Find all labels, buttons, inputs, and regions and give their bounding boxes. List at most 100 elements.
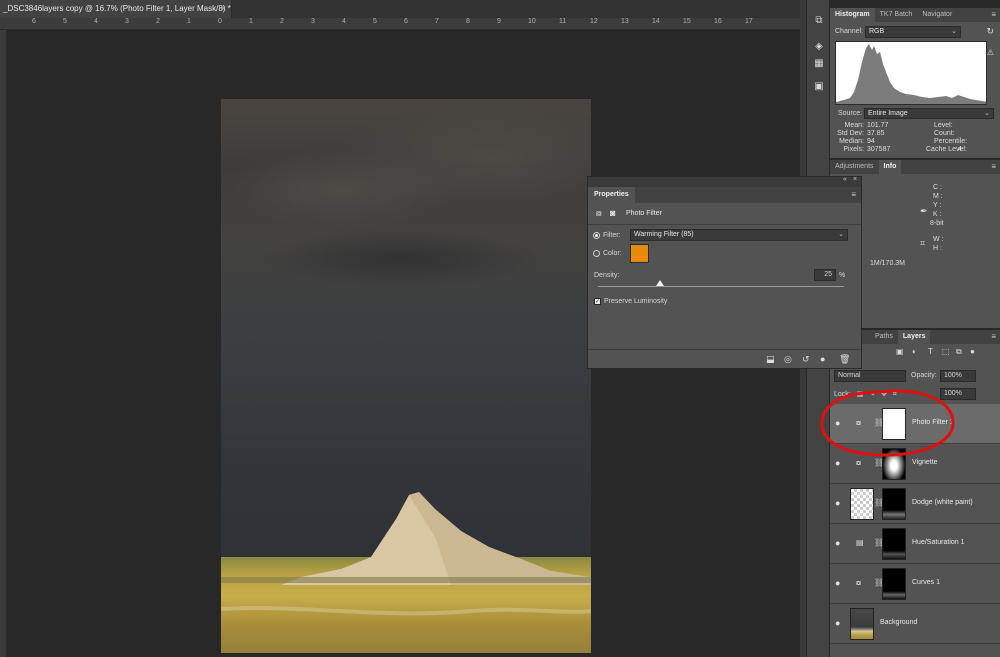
stat-label: Percentile:	[934, 138, 968, 145]
tab-tk7-batch[interactable]: TK7 Batch	[875, 8, 918, 22]
layer-row-photo-filter[interactable]: ● ⧇ ⛓ Photo Filter 1	[830, 404, 1000, 444]
layer-thumbnail[interactable]	[850, 608, 874, 640]
filter-select[interactable]: Warming Filter (85) ⌄	[630, 229, 848, 241]
ruler-tick: 11	[559, 18, 567, 25]
panel-menu-icon[interactable]: ≡	[991, 330, 996, 344]
layer-mask-thumbnail[interactable]	[882, 448, 906, 480]
layer-mask-thumbnail[interactable]	[882, 528, 906, 560]
panel-menu-icon[interactable]: ≡	[851, 187, 856, 203]
blend-mode-value: Normal	[838, 372, 861, 379]
layer-row-background[interactable]: ● Background	[830, 604, 1000, 644]
visibility-eye-icon[interactable]: ●	[835, 458, 840, 468]
ruler-tick: 2	[280, 18, 284, 25]
ruler-tick: 6	[32, 18, 36, 25]
tab-info[interactable]: Info	[878, 160, 902, 174]
info-icon[interactable]: ▣	[812, 80, 826, 93]
delete-icon[interactable]: 🗑	[839, 354, 850, 365]
layer-row-dodge[interactable]: ● ⛓ Dodge (white paint)	[830, 484, 1000, 524]
color-radio[interactable]	[593, 250, 600, 257]
filter-type-icon[interactable]: T	[928, 347, 933, 356]
ruler-tick: 16	[714, 18, 722, 25]
view-previous-icon[interactable]: ◎	[784, 354, 792, 365]
height-label: H :	[933, 245, 942, 252]
properties-title: Photo Filter	[626, 210, 662, 217]
histogram-tabrow: Histogram TK7 Batch Navigator ≡	[830, 8, 1000, 22]
visibility-eye-icon[interactable]: ●	[835, 618, 840, 628]
filter-shape-icon[interactable]: ⬚	[942, 347, 950, 356]
visibility-eye-icon[interactable]: ●	[835, 418, 840, 428]
refresh-icon[interactable]: ↻	[986, 26, 994, 37]
hue-saturation-adjustment-icon: ▤	[856, 538, 864, 547]
tab-histogram[interactable]: Histogram	[830, 8, 875, 22]
tab-bar	[232, 0, 800, 18]
ruler-tick: 17	[745, 18, 753, 25]
layer-mask-thumbnail[interactable]	[882, 408, 906, 440]
stat-label: Level:	[934, 122, 953, 129]
document-tab[interactable]: _DSC3846layers copy @ 16.7% (Photo Filte…	[0, 0, 232, 18]
clip-to-layer-icon[interactable]: ⬓	[766, 354, 775, 365]
lock-move-icon[interactable]: ✥	[881, 391, 887, 398]
color-swatch[interactable]	[630, 244, 649, 263]
panel-menu-icon[interactable]: ≡	[991, 160, 996, 174]
source-select[interactable]: Entire Image ⌄	[864, 108, 994, 119]
ruler-tick: 4	[94, 18, 98, 25]
tab-adjustments[interactable]: Adjustments	[830, 160, 879, 174]
ruler-tick: 13	[621, 18, 629, 25]
filter-radio[interactable]	[593, 232, 600, 239]
opacity-field[interactable]: 100%	[940, 370, 976, 382]
mask-icon[interactable]: ◙	[610, 208, 615, 218]
layer-name: Vignette	[912, 459, 938, 466]
layer-thumbnail[interactable]	[850, 488, 874, 520]
visibility-eye-icon[interactable]: ●	[835, 498, 840, 508]
filter-smart-object-icon[interactable]: ⧉	[956, 347, 962, 357]
close-tab-icon[interactable]: ×	[221, 0, 226, 18]
visibility-eye-icon[interactable]: ●	[820, 354, 825, 364]
filter-toggle-icon[interactable]: ●	[970, 347, 975, 356]
panel-menu-icon[interactable]: ≡	[991, 8, 996, 22]
density-slider-thumb[interactable]	[655, 280, 664, 286]
tab-navigator[interactable]: Navigator	[917, 8, 957, 22]
filter-pixel-icon[interactable]: ▣	[896, 347, 904, 356]
stat-label: Std Dev:	[837, 130, 864, 137]
channel-select[interactable]: RGB ⌄	[865, 26, 961, 38]
fill-field[interactable]: 100%	[940, 388, 976, 400]
layer-mask-thumbnail[interactable]	[882, 488, 906, 520]
doc-size: 1M/170.3M	[870, 260, 906, 267]
filter-adjustment-icon[interactable]: ◐	[912, 347, 917, 356]
blend-mode-select[interactable]: Normal	[834, 370, 906, 382]
close-panel-icon[interactable]: ×	[853, 176, 857, 183]
grid-icon[interactable]: ▦	[812, 57, 826, 70]
cache-warning-icon[interactable]: ⚠	[987, 48, 994, 57]
layer-mask-thumbnail[interactable]	[882, 568, 906, 600]
curves-adjustment-icon: ⧇	[856, 578, 862, 587]
horizontal-ruler: 6 5 4 3 2 1 0 1 2 3 4 5 6 7 8 9 10 11 12 13 14 15 16 17	[0, 18, 800, 30]
preserve-luminosity-checkbox[interactable]: ✓	[594, 298, 601, 305]
layer-row-curves[interactable]: ● ⧇ ⛓ Curves 1	[830, 564, 1000, 604]
history-icon[interactable]: ⧉	[812, 14, 826, 27]
ruler-tick: 15	[683, 18, 691, 25]
ruler-tick: 2	[156, 18, 160, 25]
collapse-icon[interactable]: «	[843, 176, 847, 183]
density-field[interactable]: 25	[814, 269, 836, 281]
layer-row-vignette[interactable]: ● ⧇ ⛓ Vignette	[830, 444, 1000, 484]
butte-shape	[221, 492, 591, 616]
tab-layers[interactable]: Layers	[897, 330, 931, 344]
layer-row-hue-saturation[interactable]: ● ▤ ⛓ Hue/Saturation 1	[830, 524, 1000, 564]
tab-paths[interactable]: Paths	[870, 330, 898, 344]
tab-properties[interactable]: Properties	[588, 187, 635, 203]
visibility-eye-icon[interactable]: ●	[835, 578, 840, 588]
document-image[interactable]	[221, 99, 591, 653]
density-slider[interactable]	[598, 286, 844, 287]
properties-icon[interactable]: ◈	[812, 40, 826, 53]
lock-artboard-icon[interactable]: ⌗	[893, 391, 897, 398]
stat-label: Count:	[934, 130, 955, 137]
opacity-label: Opacity:	[911, 372, 937, 379]
visibility-eye-icon[interactable]: ●	[835, 538, 840, 548]
lock-brush-icon[interactable]: ✎	[869, 391, 875, 398]
lock-pixels-icon[interactable]: ▦	[857, 391, 864, 398]
cmyk-m-label: M :	[933, 193, 943, 200]
stat-label: Median:	[839, 138, 864, 145]
layer-name: Hue/Saturation 1	[912, 539, 965, 546]
properties-titlebar[interactable]: « ×	[588, 176, 861, 187]
reset-icon[interactable]: ↺	[802, 354, 810, 365]
